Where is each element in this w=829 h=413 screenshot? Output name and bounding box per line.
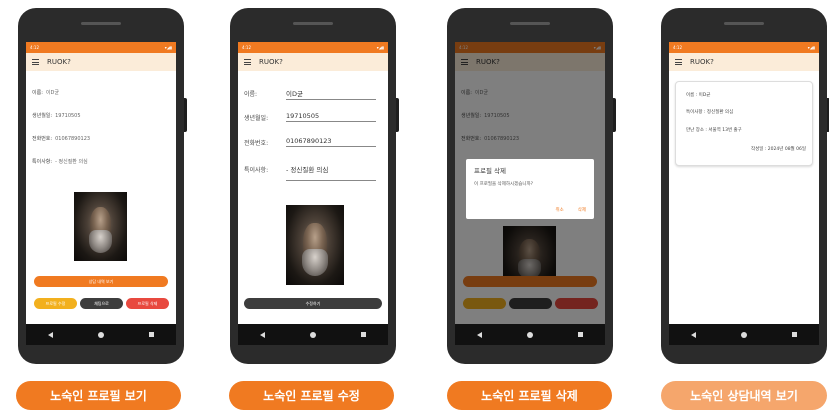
screen: 4:12 ▾◢▮ RUOK? 이름:이D균 생년월일:19710505 전화번호… — [26, 42, 176, 345]
status-bar: 4:12 ▾◢▮ — [669, 42, 819, 53]
speaker — [724, 22, 764, 25]
birth-row: 생년월일: 19710505 — [244, 112, 376, 122]
phone-row: 전화번호:01067890123 — [32, 135, 90, 142]
record-name: 이름 : 이D균 — [686, 93, 711, 98]
status-bar: 4:12 ▾◢▮ — [238, 42, 388, 53]
name-row: 이름:이D균 — [32, 89, 59, 96]
status-time: 4:12 — [30, 45, 39, 50]
birth-label: 생년월일: — [32, 113, 53, 119]
note-row: 특이사항: - 정신질환 의심 — [32, 158, 88, 165]
edit-content: 이름: 이D균 생년월일: 19710505 전화번호: 01067890123 특이… — [238, 71, 388, 324]
menu-icon[interactable] — [32, 59, 39, 65]
caption-view: 노숙인 프로필 보기 — [16, 381, 181, 410]
phone-row: 전화번호: 01067890123 — [244, 137, 376, 147]
nav-bar — [238, 324, 388, 345]
profile-photo — [74, 192, 127, 261]
screen: 4:12 ▾◢▮ RUOK? 이름:이D균 생년월일:19710505 전화번호… — [455, 42, 605, 345]
back-icon[interactable] — [48, 331, 54, 338]
back-icon[interactable] — [691, 331, 697, 338]
profile-content: 이름: 이D균 생년월일: 19710505 전화번호: 01067890123 특이… — [26, 71, 176, 324]
note-row: 특이사항: - 정신질환 의심 — [244, 165, 376, 181]
record-date: 작성일 : 2024년 08월 06일 — [751, 147, 806, 152]
birth-label: 생년월일: — [244, 115, 269, 122]
phone-history: 4:12 ▾◢▮ RUOK? 이름 : 이D균 특이사항 : 정신질환 의심 만… — [661, 8, 829, 364]
chat-button[interactable]: 채팅으로 — [80, 298, 123, 309]
save-button[interactable]: 수정하기 — [244, 298, 382, 309]
dialog-actions: 취소 삭제 — [555, 207, 586, 213]
status-icons: ▾◢▮ — [164, 45, 172, 50]
phone-label: 전화번호: — [244, 140, 269, 147]
app-title: RUOK? — [690, 58, 714, 66]
menu-icon[interactable] — [244, 59, 251, 65]
home-icon[interactable] — [97, 331, 104, 338]
home-icon[interactable] — [309, 331, 316, 338]
back-icon[interactable] — [477, 331, 483, 338]
name-label: 이름: — [244, 91, 258, 98]
side-button — [613, 98, 616, 132]
dialog-cancel-button[interactable]: 취소 — [555, 207, 563, 213]
status-bar: 4:12 ▾◢▮ — [26, 42, 176, 53]
birth-row: 생년월일:19710505 — [32, 112, 81, 119]
birth-value: 19710505 — [55, 113, 81, 119]
dialog-title: 프로필 삭제 — [474, 167, 506, 175]
note-label: 특이사항: — [32, 159, 53, 165]
status-icons: ▾◢▮ — [376, 45, 384, 50]
caption-delete: 노숙인 프로필 삭제 — [447, 381, 612, 410]
dialog-message: 이 프로필을 삭제하시겠습니까? — [474, 182, 534, 187]
phone-delete: 4:12 ▾◢▮ RUOK? 이름:이D균 생년월일:19710505 전화번호… — [447, 8, 616, 364]
name-input[interactable]: 이D균 — [286, 88, 376, 100]
screen: 4:12 ▾◢▮ RUOK? 이름: 이D균 생년월일: 19710505 전화번호… — [238, 42, 388, 345]
menu-icon[interactable] — [675, 59, 682, 65]
recents-icon[interactable] — [360, 332, 366, 337]
note-value: - 정신질환 의심 — [55, 159, 88, 165]
side-button — [396, 98, 399, 132]
nav-bar — [669, 324, 819, 345]
phone-value: 01067890123 — [55, 136, 91, 142]
profile-photo[interactable] — [286, 205, 344, 285]
delete-profile-button[interactable]: 프로필 삭제 — [126, 298, 169, 309]
side-button — [184, 98, 187, 132]
caption-edit: 노숙인 프로필 수정 — [229, 381, 394, 410]
home-icon[interactable] — [526, 331, 533, 338]
consult-history-button[interactable]: 상담 내역 보기 — [34, 276, 168, 287]
status-time: 4:12 — [673, 45, 682, 50]
record-place: 만난 장소 : 서울역 13번 출구 — [686, 128, 742, 133]
caption-history: 노숙인 상담내역 보기 — [661, 381, 827, 410]
recents-icon[interactable] — [577, 332, 583, 337]
delete-dialog: 프로필 삭제 이 프로필을 삭제하시겠습니까? 취소 삭제 — [466, 159, 594, 219]
phone-label: 전화번호: — [32, 136, 53, 142]
nav-bar — [455, 324, 605, 345]
name-value: 이D균 — [45, 90, 59, 96]
app-bar: RUOK? — [669, 53, 819, 71]
app-title: RUOK? — [47, 58, 71, 66]
consult-record-card[interactable]: 이름 : 이D균 특이사항 : 정신질환 의심 만난 장소 : 서울역 13번 … — [675, 81, 813, 166]
phone-view: 4:12 ▾◢▮ RUOK? 이름: 이D균 생년월일: 19710505 전화번호… — [18, 8, 187, 364]
phone-edit: 4:12 ▾◢▮ RUOK? 이름: 이D균 생년월일: 19710505 전화번호… — [230, 8, 399, 364]
name-row: 이름: 이D균 — [244, 89, 376, 100]
dialog-confirm-button[interactable]: 삭제 — [578, 207, 586, 213]
speaker — [510, 22, 550, 25]
edit-profile-button[interactable]: 프로필 수정 — [34, 298, 77, 309]
screen: 4:12 ▾◢▮ RUOK? 이름 : 이D균 특이사항 : 정신질환 의심 만… — [669, 42, 819, 345]
status-icons: ▾◢▮ — [807, 45, 815, 50]
history-content: 이름 : 이D균 특이사항 : 정신질환 의심 만난 장소 : 서울역 13번 … — [669, 71, 819, 324]
note-label: 특이사항: — [244, 167, 269, 174]
record-note: 특이사항 : 정신질환 의심 — [686, 110, 734, 115]
name-label: 이름: — [32, 90, 43, 96]
birth-input[interactable]: 19710505 — [286, 112, 376, 122]
status-time: 4:12 — [242, 45, 251, 50]
recents-icon[interactable] — [791, 332, 797, 337]
app-bar: RUOK? — [238, 53, 388, 71]
app-bar: RUOK? — [26, 53, 176, 71]
back-icon[interactable] — [260, 331, 266, 338]
recents-icon[interactable] — [148, 332, 154, 337]
speaker — [81, 22, 121, 25]
note-input[interactable]: - 정신질환 의심 — [286, 164, 376, 181]
nav-bar — [26, 324, 176, 345]
home-icon[interactable] — [740, 331, 747, 338]
phone-input[interactable]: 01067890123 — [286, 137, 376, 147]
app-title: RUOK? — [259, 58, 283, 66]
speaker — [293, 22, 333, 25]
